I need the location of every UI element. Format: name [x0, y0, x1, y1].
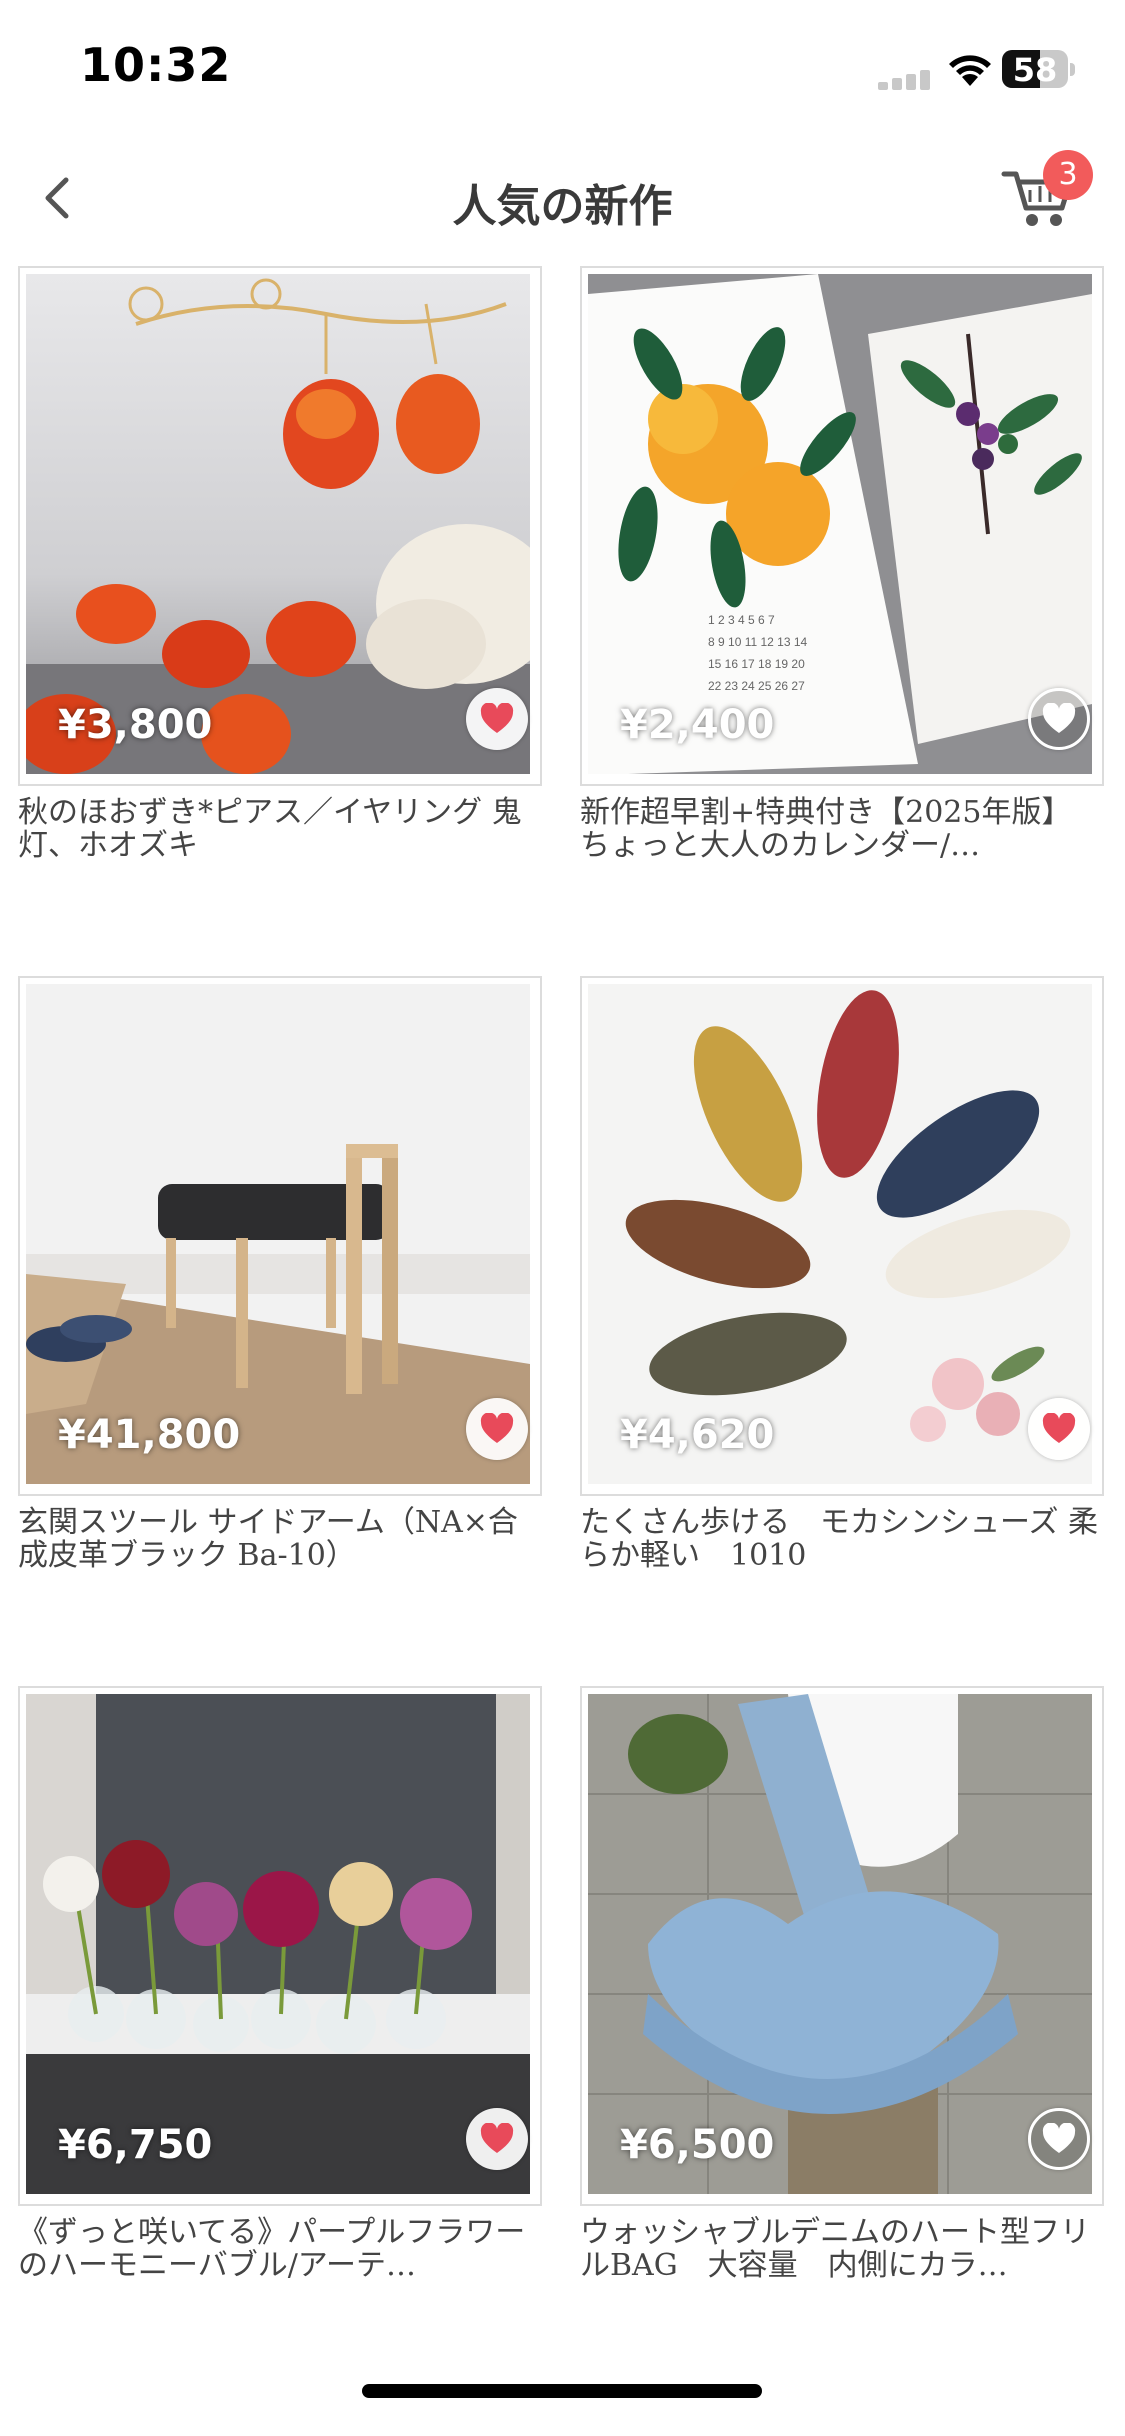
product-image-stool[interactable] [26, 984, 530, 1484]
product-price: ¥6,750 [58, 2122, 213, 2168]
heart-icon [1042, 1413, 1076, 1443]
favorite-button[interactable] [1028, 688, 1090, 750]
home-indicator[interactable] [362, 2384, 762, 2398]
status-time: 10:32 [80, 38, 232, 92]
heart-outline-icon [1042, 703, 1076, 733]
product-image-earrings[interactable] [26, 274, 530, 774]
svg-text:8 9 10 11 12 13 14: 8 9 10 11 12 13 14 [708, 635, 808, 649]
product-image-calendar[interactable]: 1 2 3 4 5 6 7 8 9 10 11 12 13 14 15 16 1… [588, 274, 1092, 774]
svg-text:15 16 17 18 19 20: 15 16 17 18 19 20 [708, 657, 805, 671]
favorite-button[interactable] [466, 688, 528, 750]
product-price: ¥2,400 [620, 702, 775, 748]
product-price: ¥41,800 [58, 1412, 241, 1458]
product-price: ¥4,620 [620, 1412, 775, 1458]
product-name[interactable]: 玄関スツール サイドアーム（NA×合成皮革ブラック Ba-10） [18, 1506, 542, 1572]
svg-text:1 2 3 4 5 6 7: 1 2 3 4 5 6 7 [708, 613, 775, 627]
heart-outline-icon [1042, 2123, 1076, 2153]
signal-icon [878, 70, 930, 90]
status-bar: 10:32 58 [0, 0, 1125, 140]
product-image-shoes[interactable] [588, 984, 1092, 1484]
heart-icon [480, 2123, 514, 2153]
favorite-button[interactable] [466, 1398, 528, 1460]
product-name[interactable]: 《ずっと咲いてる》パープルフラワーのハーモニーバブル/アーテ… [18, 2216, 542, 2282]
battery-level: 58 [1012, 51, 1058, 89]
favorite-button[interactable] [1028, 1398, 1090, 1460]
heart-icon [480, 1413, 514, 1443]
product-name[interactable]: 秋のほおずき*ピアス／イヤリング 鬼灯、ホオズキ [18, 796, 542, 862]
favorite-button[interactable] [1028, 2108, 1090, 2170]
page-title: 人気の新作 [452, 181, 673, 232]
battery-icon: 58 [1002, 50, 1076, 89]
product-image-denim-bag[interactable] [588, 1694, 1092, 2194]
wifi-icon [949, 55, 991, 86]
product-price: ¥6,500 [620, 2122, 775, 2168]
heart-icon [480, 703, 514, 733]
cart-count-badge: 3 [1043, 150, 1093, 200]
product-name[interactable]: 新作超早割+特典付き【2025年版】 ちょっと大人のカレンダー/… [580, 796, 1104, 862]
favorite-button[interactable] [466, 2108, 528, 2170]
product-name[interactable]: たくさん歩ける モカシンシューズ 柔らか軽い 1010 [580, 1506, 1104, 1572]
nav-bar: 人気の新作 3 [0, 140, 1125, 250]
product-price: ¥3,800 [58, 702, 213, 748]
product-name[interactable]: ウォッシャブルデニムのハート型フリルBAG 大容量 内側にカラ… [580, 2216, 1104, 2282]
svg-text:22 23 24 25 26 27: 22 23 24 25 26 27 [708, 679, 805, 693]
product-image-flowers[interactable] [26, 1694, 530, 2194]
